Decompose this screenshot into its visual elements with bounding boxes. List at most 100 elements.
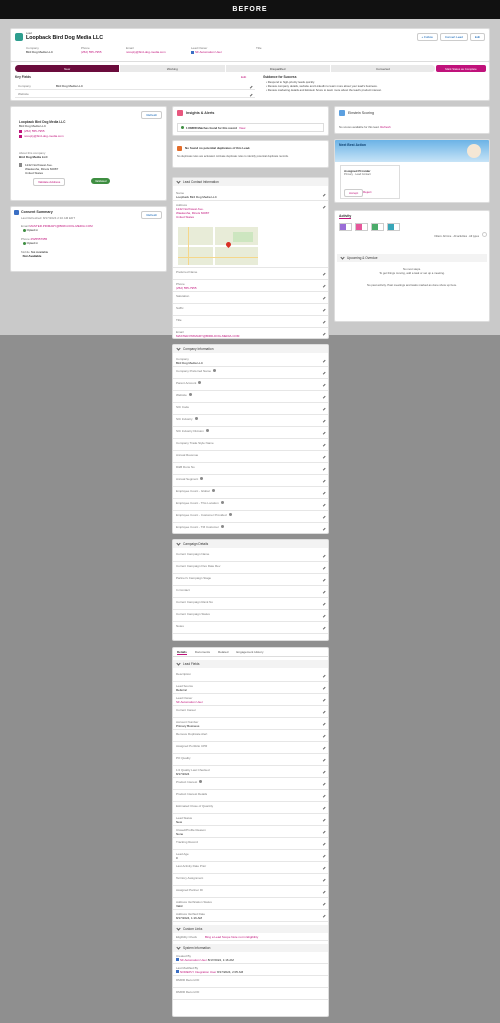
consent-summary-card: Consent Summary Refresh Last Refreshed: … bbox=[10, 206, 167, 272]
company-info-header[interactable]: Company Information bbox=[173, 345, 328, 353]
contact-email[interactable]: noreply@bird-dog-media.com bbox=[24, 134, 64, 138]
contact-refresh-button[interactable]: Refresh bbox=[141, 111, 162, 119]
consent-email-value[interactable]: MASTER.PRIMARY@BIRD-DOG-MEDIA.COM bbox=[29, 224, 92, 228]
lead-fields-header[interactable]: Lead Fields bbox=[173, 660, 328, 668]
chevron-down-icon[interactable] bbox=[378, 224, 383, 230]
info-icon[interactable] bbox=[213, 369, 217, 373]
info-icon[interactable] bbox=[188, 393, 192, 397]
field-value bbox=[176, 676, 325, 680]
field-row: Employee Count - Global bbox=[173, 487, 328, 499]
eligibility-link[interactable]: Bing a Lead Scope Note not in Eligibilit… bbox=[205, 935, 258, 939]
path-step-working[interactable]: Working bbox=[120, 65, 225, 72]
path-step-new[interactable]: New bbox=[15, 65, 120, 72]
email-value[interactable]: noreply@bird-dog-media.com bbox=[126, 50, 181, 54]
field-row: 1:0 Quality Last Checked 8/17/2024 bbox=[173, 766, 328, 778]
info-icon[interactable] bbox=[200, 477, 204, 481]
lead-phone-value[interactable]: (252) 555-7955 bbox=[176, 286, 325, 290]
chevron-down-icon bbox=[176, 661, 181, 666]
key-company-label: Company bbox=[18, 83, 31, 88]
company-info-section: Company Information Company Bird Dog Medi… bbox=[172, 344, 329, 534]
chevron-down-icon bbox=[176, 926, 181, 931]
path-step-converted[interactable]: Converted bbox=[330, 65, 435, 72]
settings-icon[interactable] bbox=[482, 232, 487, 237]
field-row: Lead Owner SF Automation User bbox=[173, 694, 328, 706]
guidance-bullet: • Review marketing details and Einstein … bbox=[266, 88, 382, 92]
chevron-down-icon[interactable] bbox=[394, 224, 399, 230]
system-info-header[interactable]: System Information bbox=[173, 944, 328, 952]
field-value bbox=[176, 421, 325, 425]
field-row: Assigned Partner ID bbox=[173, 886, 328, 898]
info-icon[interactable] bbox=[228, 513, 232, 517]
info-icon[interactable] bbox=[194, 417, 198, 421]
no-past-activity: No past activity. Past meetings and task… bbox=[367, 283, 457, 287]
tab-related[interactable]: Related bbox=[218, 650, 228, 654]
address-line[interactable]: United States bbox=[176, 215, 325, 219]
info-icon[interactable] bbox=[220, 501, 224, 505]
field-row: Current Campaign Status bbox=[173, 610, 328, 622]
chevron-down-icon bbox=[176, 346, 181, 351]
info-icon[interactable] bbox=[198, 381, 202, 385]
field-value[interactable]: SF Automation User bbox=[176, 700, 325, 704]
info-icon[interactable] bbox=[211, 489, 215, 493]
nba-item-sub: Primary · Lead Contact bbox=[344, 173, 371, 176]
path-step-disqualified[interactable]: Disqualified bbox=[225, 65, 330, 72]
key-fields-heading: Key Fields bbox=[15, 75, 31, 79]
tab-details[interactable]: Details bbox=[177, 650, 187, 655]
contact-phone[interactable]: (252) 555-7955 bbox=[24, 129, 45, 133]
modified-by-user[interactable]: NOREPLY Integration User bbox=[180, 970, 216, 974]
alert-body: No duplicate rules are activated. Activa… bbox=[177, 155, 289, 158]
phone-value[interactable]: (252) 555-7955 bbox=[81, 50, 116, 54]
insight-text: 1 DMRR Matches found for this record bbox=[186, 125, 237, 130]
field-value bbox=[176, 844, 325, 848]
created-date: 8/17/2024, 1:16 AM bbox=[207, 957, 234, 962]
owner-value[interactable]: SF Automation User bbox=[195, 50, 222, 54]
info-icon[interactable] bbox=[199, 780, 203, 784]
tab-engagement-history[interactable]: Engagement History bbox=[236, 650, 263, 654]
einstein-refresh-link[interactable]: Refresh bbox=[380, 125, 391, 129]
convert-lead-button[interactable]: Convert Lead bbox=[439, 33, 468, 41]
chevron-down-icon[interactable] bbox=[362, 224, 367, 230]
field-value bbox=[176, 481, 325, 485]
upcoming-overdue-header[interactable]: Upcoming & Overdue bbox=[337, 254, 487, 262]
field-value: Valid bbox=[176, 903, 183, 908]
field-row: SIC Industry Division bbox=[173, 427, 328, 439]
einstein-scoring-card: Einstein Scoring No scores available for… bbox=[334, 106, 490, 134]
lead-email-value[interactable]: MASTER.PRIMARY@BIRD-DOG-MEDIA.COM bbox=[176, 334, 325, 338]
custom-links-header[interactable]: Custom Links bbox=[173, 925, 328, 933]
edit-pencil-icon[interactable] bbox=[248, 92, 253, 97]
field-row: Address Verification Status Valid bbox=[173, 898, 328, 910]
lead-contact-info-section: Lead Contact Information Name Loopback Bi… bbox=[172, 177, 329, 339]
lead-contact-info-header[interactable]: Lead Contact Information bbox=[173, 178, 328, 186]
campaign-details-section: Campaign Details Current Campaign Name C… bbox=[172, 539, 329, 641]
field-row: Notes bbox=[173, 622, 328, 634]
edit-pencil-icon[interactable] bbox=[248, 84, 253, 89]
validate-address-button[interactable]: Validate Address bbox=[33, 178, 66, 186]
campaign-details-header[interactable]: Campaign Details bbox=[173, 540, 328, 548]
nba-accept-button[interactable]: Accept bbox=[344, 189, 364, 197]
chevron-down-icon[interactable] bbox=[346, 224, 351, 230]
key-fields: Company Bird Dog Media LLC Website bbox=[15, 82, 255, 98]
edit-button[interactable]: Edit bbox=[469, 33, 485, 41]
mark-complete-button[interactable]: Mark Status as Complete bbox=[436, 65, 486, 72]
field-row: Estimated Close of Quantity bbox=[173, 802, 328, 814]
duplicate-alert-card: No found no potential duplicates of this… bbox=[172, 140, 329, 168]
field-value bbox=[176, 796, 325, 800]
field-row: Employee Count - TM Customer bbox=[173, 523, 328, 533]
user-icon bbox=[176, 970, 179, 973]
key-fields-edit[interactable]: Edit bbox=[241, 75, 246, 79]
nba-reject-link[interactable]: Reject bbox=[363, 190, 372, 194]
einstein-message: No scores available for this lead. bbox=[339, 125, 380, 129]
guidance-list: • Respond to high-priority leads quickly… bbox=[266, 80, 481, 92]
follow-button[interactable]: + Follow bbox=[416, 33, 438, 41]
address-line: United States bbox=[25, 171, 44, 175]
insight-view-link[interactable]: View bbox=[239, 126, 245, 130]
address-map[interactable] bbox=[178, 227, 258, 265]
created-by-user[interactable]: SF Automation User bbox=[180, 958, 207, 962]
field-row: Assigned Portfolio CPR bbox=[173, 742, 328, 754]
info-icon[interactable] bbox=[220, 525, 224, 529]
info-icon[interactable] bbox=[205, 429, 209, 433]
key-website-label: Website bbox=[18, 91, 29, 96]
consent-refresh-button[interactable]: Refresh bbox=[141, 211, 162, 219]
tab-documents[interactable]: Documents bbox=[195, 650, 210, 654]
user-icon bbox=[176, 958, 179, 961]
